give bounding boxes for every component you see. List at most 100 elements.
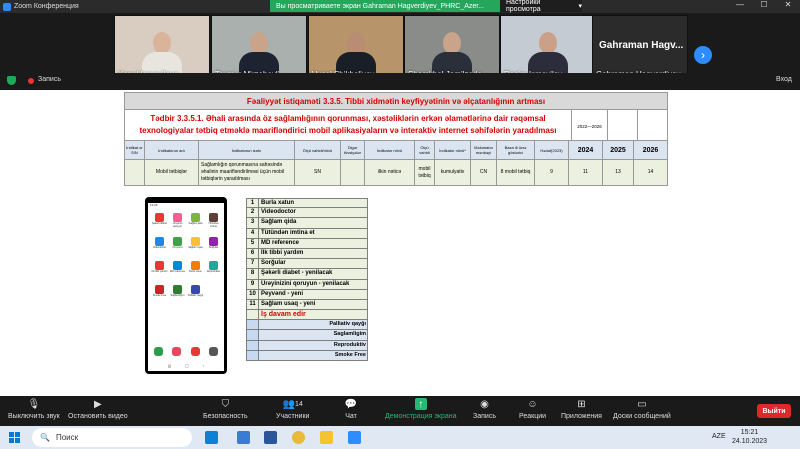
list-item: 3 Sağlam qida	[246, 218, 368, 229]
participant-tile[interactable]: Vusal Shikhaliyev	[308, 15, 404, 81]
chat-button[interactable]: 💬 Чат	[345, 398, 357, 421]
col-header: İndikator növü*	[435, 141, 471, 159]
list-item-number	[247, 330, 259, 340]
file-explorer-icon[interactable]	[320, 431, 333, 444]
table-cell	[341, 160, 365, 185]
record-button[interactable]: ◉ Запись	[473, 398, 496, 421]
minimize-icon[interactable]: —	[728, 0, 752, 13]
list-item: İş davam edir	[246, 310, 368, 321]
share-screen-icon: ↑	[414, 398, 427, 410]
windows-start-icon[interactable]	[9, 432, 20, 443]
app-icon	[173, 285, 182, 294]
back-icon: ‹	[202, 363, 204, 368]
edge-icon[interactable]	[205, 431, 218, 444]
table-cell: 9	[535, 160, 569, 185]
app-label: Smoke Free	[152, 294, 167, 297]
recording-label: Запись	[38, 76, 61, 83]
app-label: Şəkərli diabet	[151, 222, 168, 225]
phone-app: Videodoctor	[151, 237, 168, 253]
view-options-button[interactable]: Настройки просмотра ▾	[500, 0, 582, 13]
list-item-text: MD reference	[261, 239, 300, 246]
list-item: 7 Sorğular	[246, 259, 368, 270]
col-header: Hədəf(2023)	[535, 141, 569, 159]
slide-header: Fəaliyyət istiqaməti 3.3.5. Tibbi xidmət…	[124, 92, 668, 110]
table-cell: kumulyativ	[435, 160, 471, 185]
slide-table: Fəaliyyət istiqaməti 3.3.5. Tibbi xidmət…	[124, 92, 668, 186]
search-icon: 🔍	[40, 433, 50, 442]
leave-button[interactable]: Выйти	[757, 404, 791, 418]
close-icon[interactable]: ✕	[776, 0, 800, 13]
participant-tile[interactable]: Konul Ismayilova	[114, 15, 210, 81]
apps-button[interactable]: ⊞ Приложения	[561, 398, 602, 421]
exit-fullscreen-label[interactable]: Вход	[776, 76, 792, 83]
app-label: Ürəyinizi qoruyun	[172, 222, 183, 228]
participants-label: Участники	[276, 413, 310, 420]
maximize-icon[interactable]: ☐	[752, 0, 776, 13]
word-icon[interactable]	[264, 431, 277, 444]
store-icon[interactable]	[237, 431, 250, 444]
app-label: Sağlam uşaq	[188, 246, 203, 249]
participants-count: 14	[295, 400, 303, 408]
table-cell: ilkin nəticə	[365, 160, 415, 185]
whiteboard-icon: ▭	[637, 398, 647, 410]
shield-icon: ⛉	[221, 398, 230, 410]
app-icon	[155, 261, 164, 270]
participant-tile-active[interactable]: Gahraman Hagv... Gahraman Hagverdiyev...	[592, 15, 688, 81]
phone-call-icon	[154, 347, 163, 356]
shield-icon[interactable]	[7, 76, 16, 85]
chrome-icon[interactable]	[292, 431, 305, 444]
meeting-toolbar: 🎙 Выключить звук ▶ Остановить видео ⛉ Безоп…	[0, 396, 800, 426]
list-item-number: 10	[247, 289, 259, 299]
col-header: 2024	[569, 141, 603, 159]
next-page-arrow-icon[interactable]: ›	[694, 46, 712, 64]
system-clock[interactable]: 15:21 24.10.2023	[732, 428, 767, 446]
app-label: Videodoctor	[152, 246, 167, 249]
app-icon	[155, 213, 164, 222]
stop-video-label: Остановить видео	[68, 413, 128, 420]
list-item: 1 Burla xatun	[246, 198, 368, 209]
participant-strip: Konul Ismayilova Teymur Mirzabeyli Vusal…	[0, 13, 800, 81]
list-item-number: 2	[247, 208, 259, 218]
year-range: 2022—2026	[571, 110, 607, 140]
app-icon	[173, 261, 182, 270]
share-banner[interactable]: Вы просматриваете экран Gahraman Hagverd…	[270, 0, 500, 12]
list-item-text: Sağlam usaq - yeni	[261, 300, 316, 307]
list-item-text: Palliativ qayğı	[329, 321, 366, 328]
participants-button[interactable]: 👥 14 Участники	[276, 398, 310, 421]
phone-app: Tütündən imtina	[205, 213, 222, 229]
col-header: Baza ili üzrə göstərici	[497, 141, 535, 159]
table-cell: CN	[471, 160, 497, 185]
participant-tile[interactable]: Teymur Mirzabeyli	[211, 15, 307, 81]
security-button[interactable]: ⛉ Безопасность	[203, 398, 248, 421]
zoom-taskbar-icon[interactable]	[348, 431, 361, 444]
stop-video-button[interactable]: ▶ Остановить видео	[68, 398, 128, 421]
app-icon	[209, 261, 218, 270]
share-screen-button[interactable]: ↑ Демонстрация экрана	[385, 398, 457, 420]
mute-button[interactable]: 🎙 Выключить звук	[8, 398, 60, 421]
input-language[interactable]: AZE	[712, 433, 726, 440]
phone-dock	[154, 347, 218, 356]
list-item-number: 9	[247, 279, 259, 289]
table-row: Mobil tətbiqlər Sağlamlığın qorunmasına …	[124, 160, 668, 186]
phone-app: Smoke Free	[151, 285, 168, 301]
clock-time: 15:21	[740, 429, 759, 436]
whiteboards-button[interactable]: ▭ Доски сообщений	[613, 398, 671, 421]
table-cell: 8 mobil tətbiq	[497, 160, 535, 185]
app-icon	[173, 213, 182, 222]
app-label: Peyvənd	[172, 246, 183, 249]
participant-tile[interactable]: Rasim Ismayilov	[500, 15, 596, 81]
list-item-number	[247, 350, 259, 360]
phone-app: Ilk tibbi yardım	[151, 261, 168, 277]
app-icon	[155, 237, 164, 246]
phone-app: Sağlam qida	[187, 213, 204, 229]
reactions-button[interactable]: ☺ Реакции	[519, 398, 546, 421]
list-item: Saglamligim	[246, 330, 368, 341]
apps-label: Приложения	[561, 413, 602, 420]
app-icon	[209, 237, 218, 246]
phone-app: Sorğular	[205, 237, 222, 253]
taskbar-search[interactable]: 🔍 Поиск	[32, 428, 192, 447]
list-item-text: Şəkərli diabet - yenilacak	[261, 270, 333, 277]
table-cell: 11	[569, 160, 603, 185]
participant-tile[interactable]: Shamkhal Jamilzade	[404, 15, 500, 81]
chat-label: Чат	[345, 413, 357, 420]
